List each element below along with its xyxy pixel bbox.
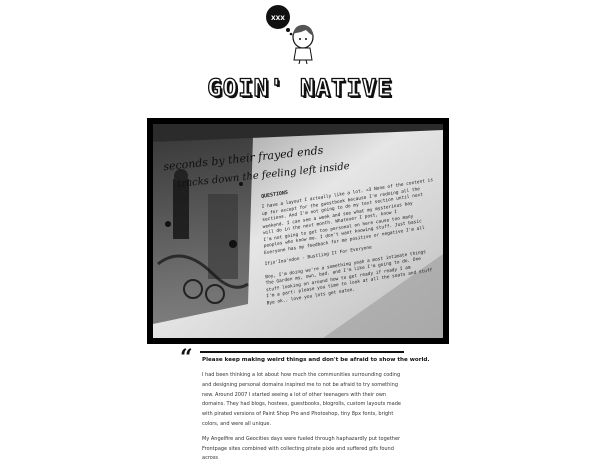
post-paragraph: I had been thinking a lot about how much… — [202, 372, 401, 427]
site-title[interactable]: GOIN' NATIVE — [0, 73, 600, 102]
logo-illustration: XXX — [266, 5, 314, 65]
post-divider — [200, 351, 404, 353]
hero-photo: seconds by their frayed ends tracks down… — [153, 124, 443, 338]
quote-icon: “ — [180, 345, 193, 371]
post-paragraph: My Angelfire and Geocities days were fue… — [202, 435, 401, 462]
post-body: I had been thinking a lot about how much… — [202, 371, 402, 469]
hero-photo-frame: seconds by their frayed ends tracks down… — [147, 118, 449, 344]
post-headline: Please keep making weird things and don'… — [202, 357, 430, 363]
logo-text: XXX — [271, 15, 285, 22]
site-logo[interactable]: XXX — [262, 3, 322, 65]
